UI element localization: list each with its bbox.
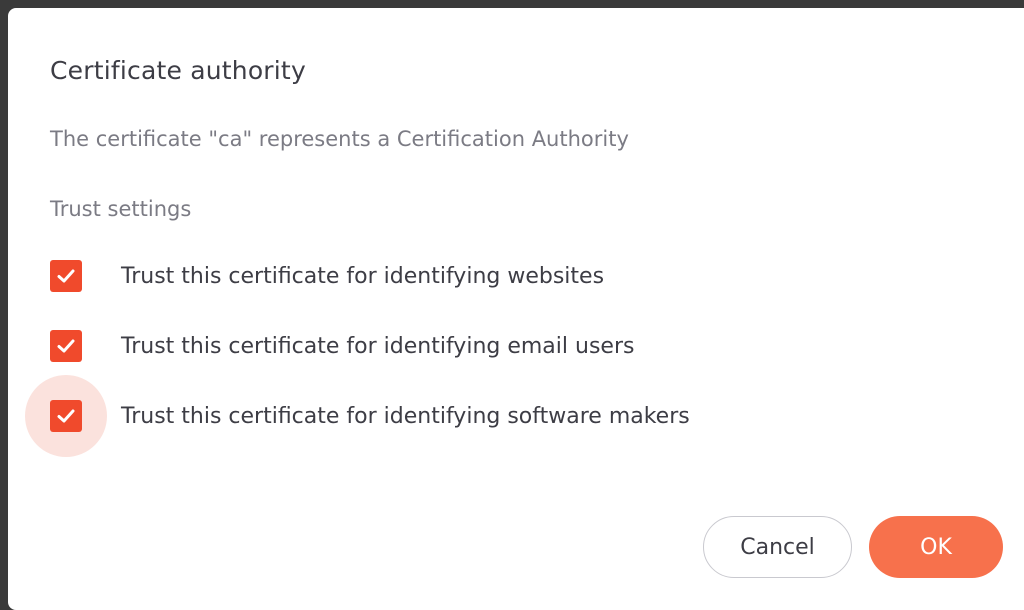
trust-websites-checkbox[interactable] (48, 258, 84, 294)
certificate-authority-dialog: Certificate authority The certificate "c… (8, 8, 1024, 610)
check-icon (57, 409, 75, 423)
checkbox-checked[interactable] (50, 260, 82, 292)
trust-email-users-option[interactable]: Trust this certificate for identifying e… (48, 326, 634, 366)
trust-software-makers-checkbox[interactable] (25, 375, 107, 457)
check-icon (57, 269, 75, 283)
trust-software-makers-label[interactable]: Trust this certificate for identifying s… (121, 404, 690, 429)
dialog-title: Certificate authority (50, 56, 306, 85)
ok-button[interactable]: OK (869, 516, 1003, 578)
checkbox-checked[interactable] (50, 330, 82, 362)
trust-websites-option[interactable]: Trust this certificate for identifying w… (48, 256, 604, 296)
trust-software-makers-option[interactable]: Trust this certificate for identifying s… (25, 375, 690, 457)
trust-settings-heading: Trust settings (50, 197, 192, 221)
trust-websites-label[interactable]: Trust this certificate for identifying w… (121, 264, 604, 289)
trust-email-users-label[interactable]: Trust this certificate for identifying e… (121, 334, 634, 359)
trust-email-users-checkbox[interactable] (48, 328, 84, 364)
checkbox-checked[interactable] (50, 400, 82, 432)
cancel-button[interactable]: Cancel (703, 516, 852, 578)
check-icon (57, 339, 75, 353)
dialog-description: The certificate "ca" represents a Certif… (50, 127, 629, 151)
